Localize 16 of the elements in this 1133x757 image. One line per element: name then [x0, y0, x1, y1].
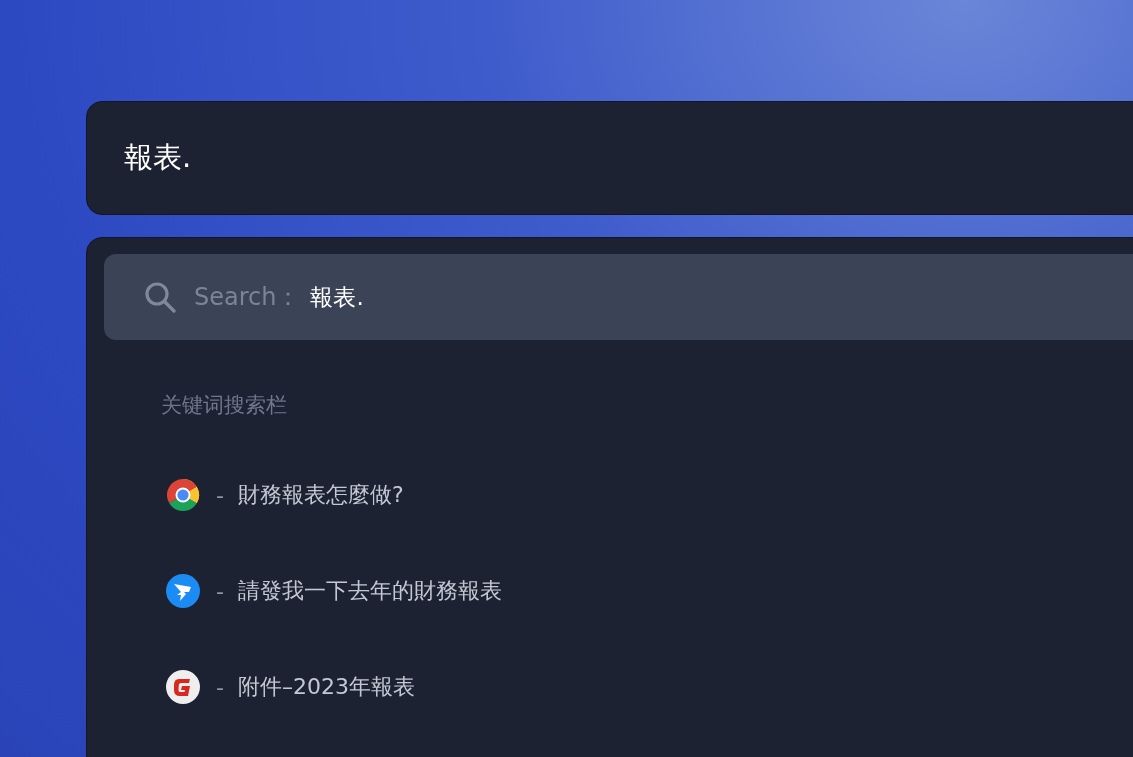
- g-logo-icon: [166, 670, 200, 704]
- search-label: Search：: [194, 282, 301, 313]
- search-field[interactable]: Search： 報表.: [104, 254, 1133, 340]
- browser-icon: [166, 478, 200, 512]
- search-value: 報表.: [310, 282, 364, 312]
- result-text: 附件–2023年報表: [237, 673, 415, 701]
- query-bar[interactable]: 報表.: [86, 101, 1133, 215]
- section-title: 关键词搜索栏: [161, 392, 288, 419]
- result-text: 請發我一下去年的財務報表: [237, 577, 502, 605]
- bird-icon: [166, 574, 200, 608]
- search-icon: [143, 280, 177, 314]
- result-text: 財務報表怎麼做?: [237, 481, 404, 509]
- dash: -: [216, 482, 224, 508]
- query-text: 報表.: [124, 139, 192, 176]
- dash: -: [216, 674, 224, 700]
- dash: -: [216, 578, 224, 604]
